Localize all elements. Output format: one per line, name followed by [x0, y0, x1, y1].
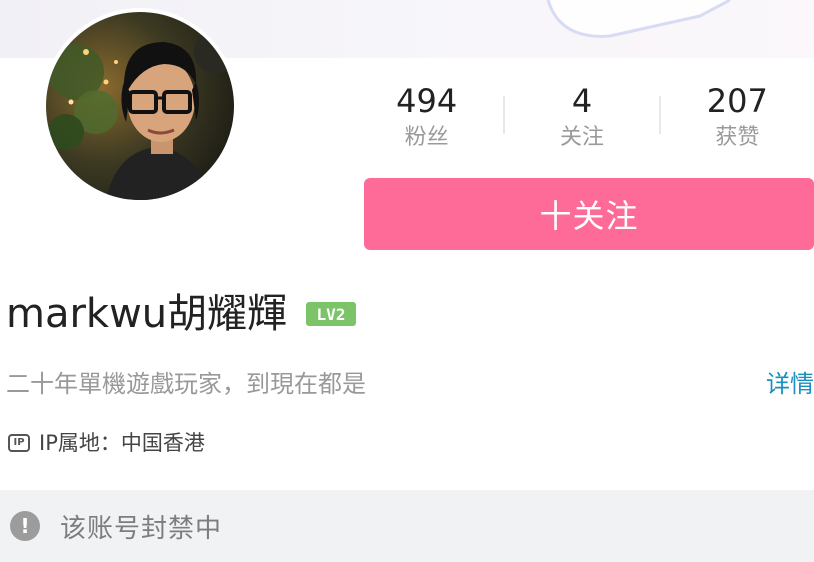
- stat-value: 4: [571, 82, 593, 120]
- stat-value: 207: [706, 82, 768, 120]
- stat-fans[interactable]: 494 粉丝: [350, 82, 503, 153]
- stat-label: 获赞: [715, 125, 760, 150]
- notice-text: 该账号封禁中: [60, 513, 223, 544]
- ip-location: IP属地：中国香港: [39, 431, 205, 455]
- follow-button[interactable]: 十关注: [364, 178, 814, 250]
- name-row: markwu胡耀輝 LV2: [6, 288, 357, 340]
- stat-likes[interactable]: 207 获赞: [661, 82, 814, 153]
- detail-link[interactable]: 详情: [766, 366, 814, 402]
- ip-location-row: IP IP属地：中国香港: [8, 428, 205, 458]
- level-badge-text: LV2: [317, 305, 346, 324]
- level-badge: LV2: [305, 301, 357, 327]
- bio-row: 二十年單機遊戲玩家，到現在都是 详情: [6, 366, 814, 402]
- avatar-photo: [46, 12, 234, 200]
- stat-value: 494: [396, 82, 458, 120]
- avatar[interactable]: [42, 8, 238, 204]
- stat-following[interactable]: 4 关注: [505, 82, 658, 153]
- stat-label: 粉丝: [404, 125, 449, 150]
- account-ban-notice: ! 该账号封禁中: [0, 490, 814, 562]
- stat-label: 关注: [559, 125, 604, 150]
- exclamation-icon: !: [10, 511, 40, 541]
- bio-text: 二十年單機遊戲玩家，到現在都是: [6, 370, 366, 398]
- ip-icon: IP: [8, 434, 30, 452]
- username: markwu胡耀輝: [6, 291, 288, 337]
- profile-stats: 494 粉丝 4 关注 207 获赞: [350, 82, 814, 162]
